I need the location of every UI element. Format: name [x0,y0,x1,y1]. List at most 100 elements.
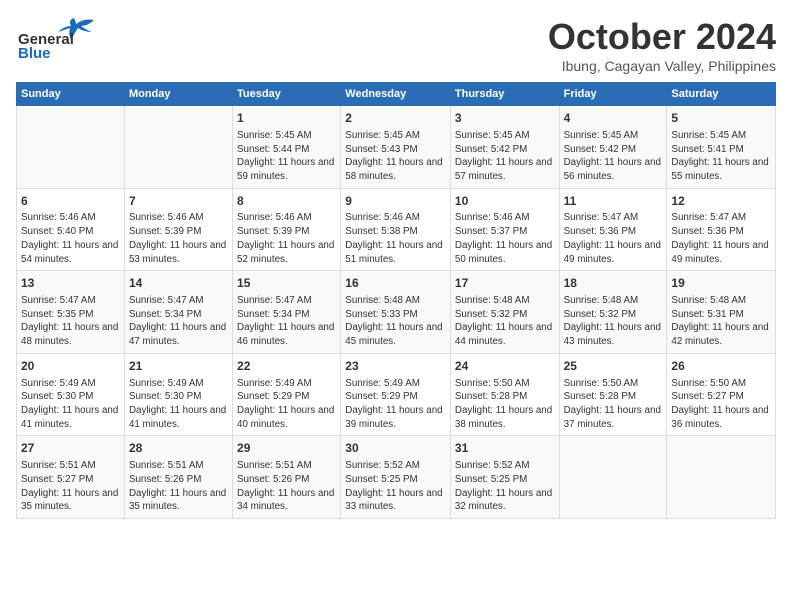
calendar-cell: 24 Sunrise: 5:50 AMSunset: 5:28 PMDayligh… [450,353,559,436]
calendar-cell [124,106,232,189]
header-cell-sunday: Sunday [17,83,125,106]
day-number: 13 [21,275,120,292]
calendar-cell: 6Sunrise: 5:46 AMSunset: 5:40 PMDaylight… [17,188,125,271]
calendar-cell: 3 Sunrise: 5:45 AMSunset: 5:42 PMDaylight… [450,106,559,189]
day-number: 31 [455,440,555,457]
calendar-table: SundayMondayTuesdayWednesdayThursdayFrid… [16,82,776,519]
day-number: 16 [345,275,446,292]
calendar-cell: 20 Sunrise: 5:49 AMSunset: 5:30 PMDayligh… [17,353,125,436]
cell-info: Sunrise: 5:49 AMSunset: 5:29 PMDaylight:… [237,377,336,432]
day-number: 22 [237,358,336,375]
header-cell-friday: Friday [559,83,667,106]
cell-info: Sunrise: 5:46 AMSunset: 5:39 PMDaylight:… [237,211,336,266]
calendar-cell: 7Sunrise: 5:46 AMSunset: 5:39 PMDaylight… [124,188,232,271]
cell-info: Sunrise: 5:48 AMSunset: 5:31 PMDaylight:… [671,294,771,349]
calendar-cell: 17Sunrise: 5:48 AMSunset: 5:32 PMDayligh… [450,271,559,354]
calendar-cell: 26 Sunrise: 5:50 AMSunset: 5:27 PMDayligh… [667,353,776,436]
cell-info: Sunrise: 5:49 AMSunset: 5:30 PMDaylight:… [21,377,120,432]
calendar-cell [17,106,125,189]
cell-info: Sunrise: 5:47 AMSunset: 5:36 PMDaylight:… [671,211,771,266]
day-number: 26 [671,358,771,375]
month-title: October 2024 [548,16,776,58]
cell-info: Sunrise: 5:48 AMSunset: 5:33 PMDaylight:… [345,294,446,349]
day-number: 4 [564,110,663,127]
calendar-cell: 11Sunrise: 5:47 AMSunset: 5:36 PMDayligh… [559,188,667,271]
day-number: 20 [21,358,120,375]
day-number: 14 [129,275,228,292]
page-header: General Blue October 2024 Ibung, Cagayan… [16,16,776,74]
day-number: 10 [455,193,555,210]
day-number: 1 [237,110,336,127]
header-cell-tuesday: Tuesday [233,83,341,106]
day-number: 18 [564,275,663,292]
day-number: 3 [455,110,555,127]
calendar-cell: 12Sunrise: 5:47 AMSunset: 5:36 PMDayligh… [667,188,776,271]
cell-info: Sunrise: 5:49 AMSunset: 5:29 PMDaylight:… [345,377,446,432]
day-number: 9 [345,193,446,210]
cell-info: Sunrise: 5:50 AMSunset: 5:28 PMDaylight:… [455,377,555,432]
cell-info: Sunrise: 5:51 AMSunset: 5:27 PMDaylight:… [21,459,120,514]
calendar-cell: 10Sunrise: 5:46 AMSunset: 5:37 PMDayligh… [450,188,559,271]
cell-info: Sunrise: 5:47 AMSunset: 5:36 PMDaylight:… [564,211,663,266]
calendar-cell: 30 Sunrise: 5:52 AMSunset: 5:25 PMDayligh… [341,436,451,519]
header-cell-thursday: Thursday [450,83,559,106]
calendar-cell: 16 Sunrise: 5:48 AMSunset: 5:33 PMDayligh… [341,271,451,354]
svg-text:Blue: Blue [18,45,51,60]
cell-info: Sunrise: 5:46 AMSunset: 5:39 PMDaylight:… [129,211,228,266]
calendar-cell: 22 Sunrise: 5:49 AMSunset: 5:29 PMDayligh… [233,353,341,436]
week-row-2: 6Sunrise: 5:46 AMSunset: 5:40 PMDaylight… [17,188,776,271]
calendar-cell: 8Sunrise: 5:46 AMSunset: 5:39 PMDaylight… [233,188,341,271]
day-number: 5 [671,110,771,127]
calendar-cell: 25Sunrise: 5:50 AMSunset: 5:28 PMDayligh… [559,353,667,436]
cell-info: Sunrise: 5:47 AMSunset: 5:35 PMDaylight:… [21,294,120,349]
calendar-cell: 14Sunrise: 5:47 AMSunset: 5:34 PMDayligh… [124,271,232,354]
week-row-1: 1Sunrise: 5:45 AMSunset: 5:44 PMDaylight… [17,106,776,189]
day-number: 24 [455,358,555,375]
calendar-cell: 23 Sunrise: 5:49 AMSunset: 5:29 PMDayligh… [341,353,451,436]
calendar-cell: 2 Sunrise: 5:45 AMSunset: 5:43 PMDaylight… [341,106,451,189]
cell-info: Sunrise: 5:51 AMSunset: 5:26 PMDaylight:… [129,459,228,514]
logo-svg: General Blue [16,16,106,60]
calendar-cell: 27 Sunrise: 5:51 AMSunset: 5:27 PMDayligh… [17,436,125,519]
week-row-5: 27 Sunrise: 5:51 AMSunset: 5:27 PMDayligh… [17,436,776,519]
day-number: 12 [671,193,771,210]
day-number: 21 [129,358,228,375]
day-number: 11 [564,193,663,210]
day-number: 15 [237,275,336,292]
day-number: 6 [21,193,120,210]
calendar-cell: 5Sunrise: 5:45 AMSunset: 5:41 PMDaylight… [667,106,776,189]
day-number: 2 [345,110,446,127]
calendar-cell: 13 Sunrise: 5:47 AMSunset: 5:35 PMDayligh… [17,271,125,354]
calendar-cell: 29Sunrise: 5:51 AMSunset: 5:26 PMDayligh… [233,436,341,519]
cell-info: Sunrise: 5:46 AMSunset: 5:38 PMDaylight:… [345,211,446,266]
day-number: 25 [564,358,663,375]
calendar-cell [667,436,776,519]
cell-info: Sunrise: 5:52 AMSunset: 5:25 PMDaylight:… [345,459,446,514]
cell-info: Sunrise: 5:46 AMSunset: 5:40 PMDaylight:… [21,211,120,266]
day-number: 28 [129,440,228,457]
day-number: 23 [345,358,446,375]
day-number: 27 [21,440,120,457]
header-cell-wednesday: Wednesday [341,83,451,106]
cell-info: Sunrise: 5:47 AMSunset: 5:34 PMDaylight:… [237,294,336,349]
calendar-cell [559,436,667,519]
calendar-cell: 21Sunrise: 5:49 AMSunset: 5:30 PMDayligh… [124,353,232,436]
cell-info: Sunrise: 5:50 AMSunset: 5:27 PMDaylight:… [671,377,771,432]
cell-info: Sunrise: 5:48 AMSunset: 5:32 PMDaylight:… [564,294,663,349]
week-row-3: 13 Sunrise: 5:47 AMSunset: 5:35 PMDayligh… [17,271,776,354]
calendar-cell: 4 Sunrise: 5:45 AMSunset: 5:42 PMDaylight… [559,106,667,189]
day-number: 8 [237,193,336,210]
day-number: 19 [671,275,771,292]
cell-info: Sunrise: 5:45 AMSunset: 5:42 PMDaylight:… [455,129,555,184]
calendar-cell: 31Sunrise: 5:52 AMSunset: 5:25 PMDayligh… [450,436,559,519]
day-number: 30 [345,440,446,457]
day-number: 29 [237,440,336,457]
day-number: 17 [455,275,555,292]
title-block: October 2024 Ibung, Cagayan Valley, Phil… [548,16,776,74]
cell-info: Sunrise: 5:45 AMSunset: 5:42 PMDaylight:… [564,129,663,184]
calendar-cell: 15 Sunrise: 5:47 AMSunset: 5:34 PMDayligh… [233,271,341,354]
location: Ibung, Cagayan Valley, Philippines [548,58,776,74]
logo: General Blue [16,16,106,60]
calendar-cell: 1Sunrise: 5:45 AMSunset: 5:44 PMDaylight… [233,106,341,189]
cell-info: Sunrise: 5:45 AMSunset: 5:43 PMDaylight:… [345,129,446,184]
